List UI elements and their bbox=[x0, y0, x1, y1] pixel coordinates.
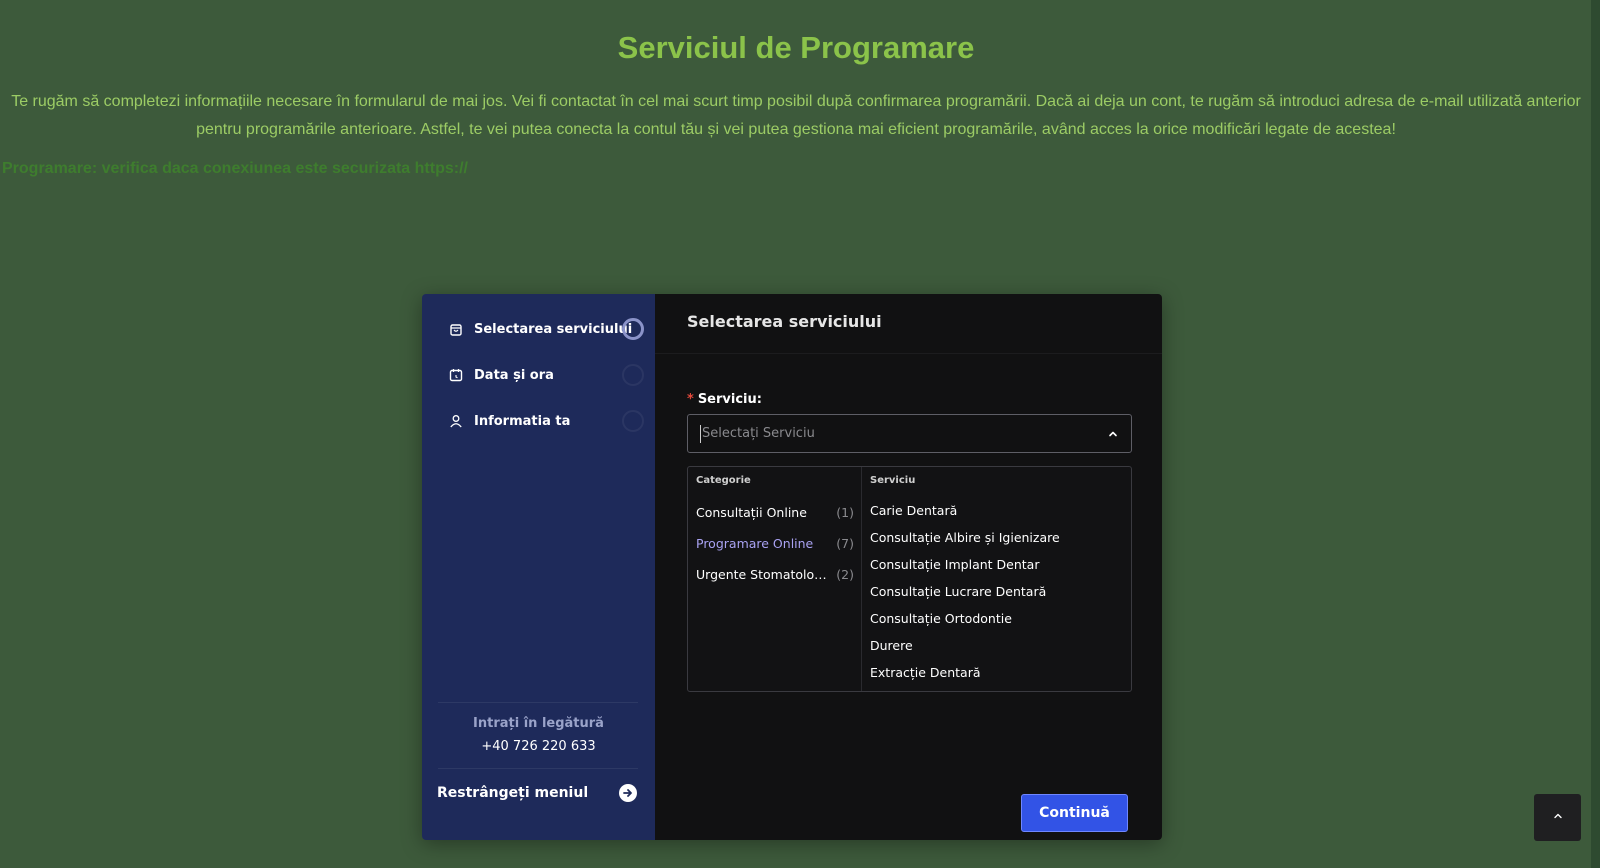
secure-connection-note: Programare: verifica daca conexiunea est… bbox=[2, 160, 468, 177]
page-title: Serviciul de Programare bbox=[617, 30, 975, 65]
collapse-menu-label: Restrângeți meniul bbox=[437, 785, 589, 801]
service-option[interactable]: Durere bbox=[870, 638, 913, 653]
required-mark: * bbox=[687, 392, 694, 407]
chevron-up-icon bbox=[1552, 809, 1564, 827]
booking-widget: Selectarea serviciului Data și ora Infor… bbox=[422, 294, 1162, 840]
category-item[interactable]: Urgente Stomatologice (2) bbox=[696, 563, 854, 585]
step-select-service[interactable]: Selectarea serviciului bbox=[448, 314, 644, 344]
collapse-menu-button[interactable]: Restrângeți meniul bbox=[437, 778, 637, 808]
chevron-up-icon[interactable] bbox=[1107, 428, 1119, 440]
contact-label: Intrați în legătură bbox=[473, 716, 604, 731]
step-date-time[interactable]: Data și ora bbox=[448, 360, 644, 390]
step-label: Informatia ta bbox=[474, 413, 571, 429]
service-option[interactable]: Carie Dentară bbox=[870, 503, 957, 518]
service-option[interactable]: Consultație Albire și Igienizare bbox=[870, 530, 1060, 545]
text-cursor bbox=[700, 424, 701, 443]
continue-button[interactable]: Continuă bbox=[1021, 794, 1128, 832]
category-item[interactable]: Programare Online (7) bbox=[696, 532, 854, 554]
service-column: Serviciu Carie Dentară Consultație Albir… bbox=[862, 467, 1131, 691]
category-name: Programare Online bbox=[696, 535, 814, 551]
calendar-icon bbox=[448, 367, 464, 383]
sidebar-divider bbox=[438, 702, 638, 703]
page: Serviciul de Programare Te rugăm să comp… bbox=[0, 0, 1600, 868]
booking-sidebar: Selectarea serviciului Data și ora Infor… bbox=[422, 294, 655, 840]
category-count: (7) bbox=[836, 535, 854, 551]
bag-icon bbox=[448, 321, 464, 337]
user-icon bbox=[448, 413, 464, 429]
category-count: (2) bbox=[836, 566, 854, 582]
panel-header: Selectarea serviciului bbox=[655, 294, 1162, 354]
back-to-top-button[interactable] bbox=[1534, 794, 1581, 841]
category-count: (1) bbox=[836, 504, 854, 520]
step-label: Selectarea serviciului bbox=[474, 321, 633, 337]
service-option[interactable]: Consultație Lucrare Dentară bbox=[870, 584, 1046, 599]
service-option[interactable]: Extracție Dentară bbox=[870, 665, 981, 680]
service-field-label-text: Serviciu: bbox=[697, 392, 762, 407]
arrow-right-icon bbox=[619, 784, 637, 802]
booking-main-panel: Selectarea serviciului * Serviciu: Select… bbox=[655, 294, 1162, 840]
service-select[interactable]: Selectați Serviciu bbox=[687, 414, 1132, 453]
step-progress-ring bbox=[622, 364, 644, 386]
service-dropdown: Categorie Consultații Online (1) Program… bbox=[687, 466, 1132, 692]
service-option[interactable]: Consultație Ortodontie bbox=[870, 611, 1012, 626]
service-select-placeholder: Selectați Serviciu bbox=[702, 426, 815, 441]
category-name: Urgente Stomatologice bbox=[696, 566, 828, 582]
category-item[interactable]: Consultații Online (1) bbox=[696, 501, 854, 523]
category-column-header: Categorie bbox=[696, 475, 751, 486]
step-label: Data și ora bbox=[474, 367, 554, 383]
step-progress-ring bbox=[622, 318, 644, 340]
service-option[interactable]: Consultație Implant Dentar bbox=[870, 557, 1039, 572]
sidebar-divider bbox=[438, 768, 638, 769]
service-column-header: Serviciu bbox=[870, 475, 916, 486]
service-field-label: * Serviciu: bbox=[687, 392, 762, 407]
contact-phone[interactable]: +40 726 220 633 bbox=[422, 739, 655, 754]
step-progress-ring bbox=[622, 410, 644, 432]
category-column: Categorie Consultații Online (1) Program… bbox=[688, 467, 862, 691]
category-name: Consultații Online bbox=[696, 504, 807, 520]
page-scrollbar[interactable] bbox=[1591, 0, 1600, 868]
intro-text: Te rugăm să completezi informațiile nece… bbox=[11, 93, 1581, 138]
step-your-info[interactable]: Informatia ta bbox=[448, 406, 644, 436]
